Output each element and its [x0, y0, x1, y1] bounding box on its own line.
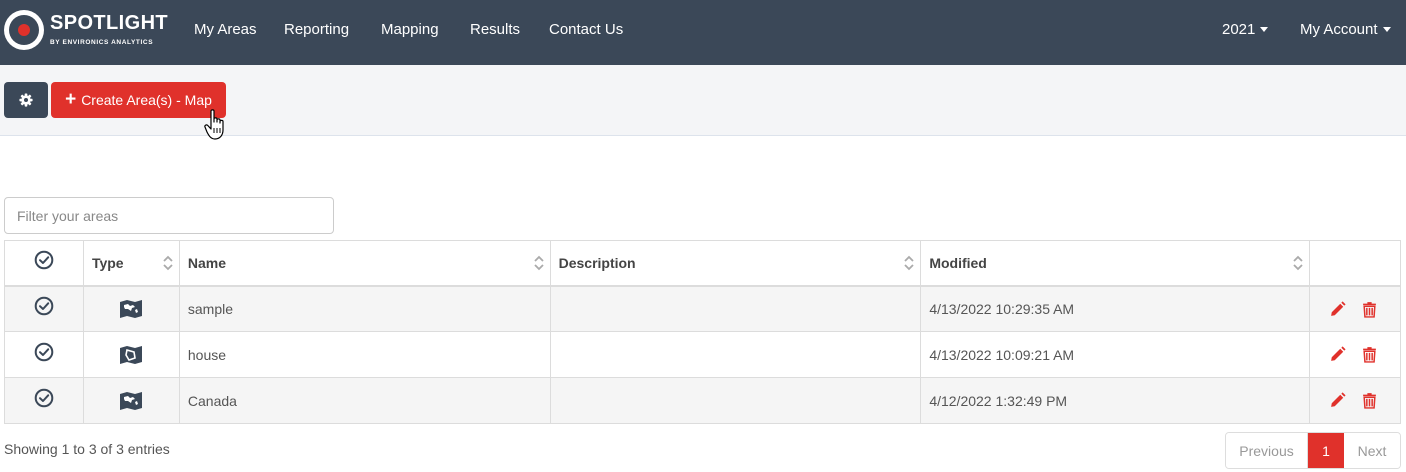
column-header-type-label: Type	[91, 254, 124, 271]
modified-cell: 4/13/2022 10:29:35 AM	[920, 285, 1310, 332]
next-page-button[interactable]: Next	[1344, 433, 1400, 468]
table-row[interactable]: Canada 4/12/2022 1:32:49 PM	[4, 377, 1401, 424]
nav-my-areas[interactable]: My Areas	[194, 21, 257, 39]
caret-down-icon	[1260, 26, 1269, 32]
check-circle-icon[interactable]	[34, 342, 54, 362]
actions-cell	[1309, 285, 1401, 332]
entries-info: Showing 1 to 3 of 3 entries	[4, 441, 170, 457]
page-1-button[interactable]: 1	[1308, 433, 1344, 468]
filter-areas-input[interactable]	[4, 197, 334, 234]
caret-down-icon	[1382, 26, 1391, 32]
edit-pencil-icon[interactable]	[1329, 346, 1346, 363]
modified-cell: 4/12/2022 1:32:49 PM	[920, 377, 1310, 424]
column-header-type[interactable]: Type	[82, 240, 180, 287]
column-header-modified[interactable]: Modified	[920, 240, 1310, 287]
type-cell	[82, 285, 180, 332]
create-area-map-label: Create Area(s) - Map	[81, 92, 212, 108]
polygon-map-icon	[120, 345, 143, 364]
map-icon	[120, 299, 143, 318]
table-row[interactable]: sample 4/13/2022 10:29:35 AM	[4, 285, 1401, 332]
select-all-header[interactable]	[4, 240, 84, 287]
edit-pencil-icon[interactable]	[1329, 301, 1346, 318]
description-cell	[549, 377, 922, 424]
nav-contact-us[interactable]: Contact Us	[549, 21, 623, 39]
plus-icon: +	[65, 89, 77, 110]
trash-icon[interactable]	[1362, 392, 1377, 410]
trash-icon[interactable]	[1362, 301, 1377, 318]
spotlight-logo-icon[interactable]	[4, 10, 44, 50]
modified-cell: 4/13/2022 10:09:21 AM	[920, 331, 1310, 378]
hand-cursor-icon	[204, 109, 224, 140]
sort-icon	[163, 255, 173, 271]
top-navbar: SPOTLIGHT BY ENVIRONICS ANALYTICS My Are…	[0, 0, 1406, 65]
column-header-actions	[1309, 240, 1401, 287]
gear-icon	[19, 93, 33, 107]
description-cell	[549, 331, 922, 378]
pagination: Previous 1 Next	[1225, 432, 1401, 469]
row-select-cell[interactable]	[4, 377, 84, 424]
check-circle-icon[interactable]	[34, 296, 54, 316]
column-header-modified-label: Modified	[929, 254, 987, 271]
brand-subtitle: BY ENVIRONICS ANALYTICS	[50, 39, 154, 46]
actions-cell	[1309, 377, 1401, 424]
trash-icon[interactable]	[1362, 346, 1377, 364]
name-cell[interactable]: sample	[178, 285, 551, 332]
previous-page-button[interactable]: Previous	[1226, 433, 1308, 468]
sort-icon	[1293, 255, 1303, 271]
name-cell[interactable]: house	[178, 331, 551, 378]
year-label: 2021	[1222, 21, 1256, 38]
nav-results[interactable]: Results	[470, 21, 520, 39]
brand-name[interactable]: SPOTLIGHT	[50, 13, 168, 33]
map-icon	[120, 391, 143, 410]
areas-table: Type Name Description Modified sample 4/…	[4, 240, 1401, 424]
settings-button[interactable]	[4, 82, 48, 118]
edit-pencil-icon[interactable]	[1329, 392, 1346, 409]
column-header-description[interactable]: Description	[549, 240, 922, 287]
column-header-name[interactable]: Name	[178, 240, 551, 287]
account-dropdown[interactable]: My Account	[1300, 21, 1391, 39]
year-dropdown[interactable]: 2021	[1222, 21, 1269, 39]
row-select-cell[interactable]	[4, 331, 84, 378]
description-cell	[549, 285, 922, 332]
create-area-map-button[interactable]: + Create Area(s) - Map	[51, 82, 226, 118]
name-cell[interactable]: Canada	[178, 377, 551, 424]
nav-mapping[interactable]: Mapping	[381, 21, 439, 39]
sort-icon	[904, 255, 914, 271]
actions-cell	[1309, 331, 1401, 378]
row-select-cell[interactable]	[4, 285, 84, 332]
sort-icon	[533, 255, 544, 271]
column-header-name-label: Name	[187, 254, 227, 271]
type-cell	[82, 377, 180, 424]
account-label: My Account	[1300, 21, 1378, 38]
table-header-row: Type Name Description Modified	[4, 240, 1401, 287]
type-cell	[82, 331, 180, 378]
nav-reporting[interactable]: Reporting	[284, 21, 349, 39]
table-row[interactable]: house 4/13/2022 10:09:21 AM	[4, 331, 1401, 378]
check-circle-icon[interactable]	[34, 388, 54, 408]
column-header-description-label: Description	[558, 254, 636, 271]
check-circle-icon[interactable]	[34, 250, 54, 270]
